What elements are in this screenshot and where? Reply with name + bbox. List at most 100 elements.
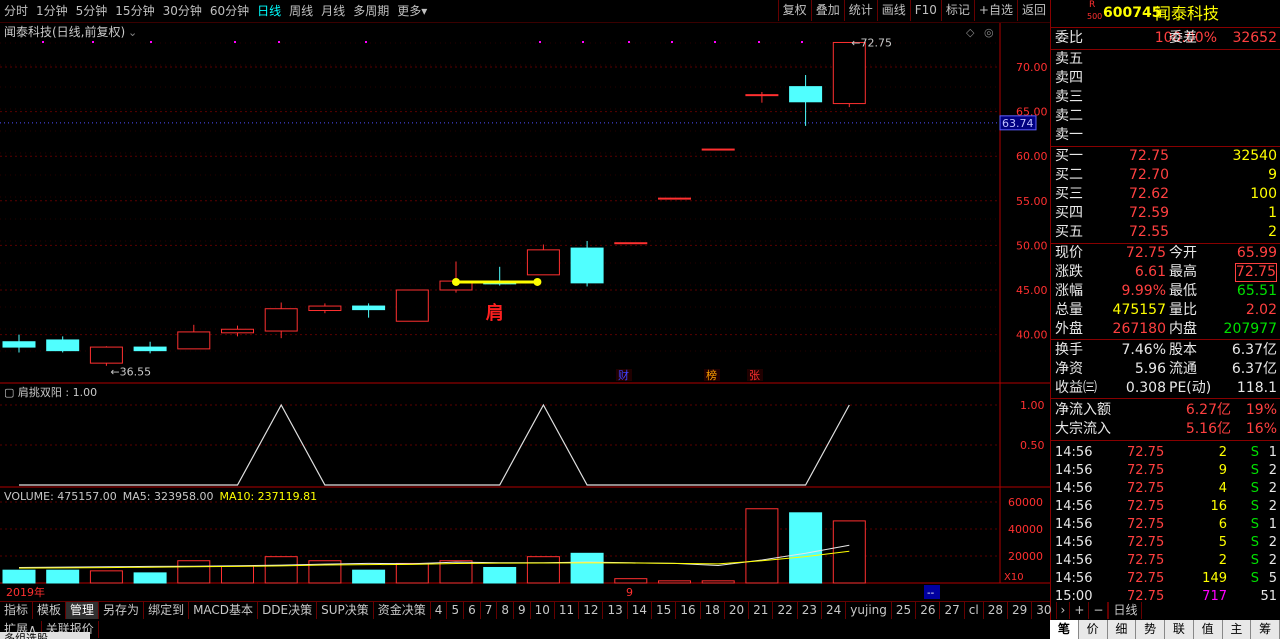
period-tab-6[interactable]: 日线 <box>253 0 285 23</box>
quote-tab-6[interactable]: 主 <box>1223 620 1252 639</box>
period-indicator[interactable]: 日线 <box>1108 602 1143 619</box>
volume-bar[interactable] <box>46 569 80 584</box>
bottom-window[interactable]: 多组选股 <box>0 632 90 639</box>
indicator-tab-30[interactable]: 26 <box>916 602 941 619</box>
indicator-tab-21[interactable]: 16 <box>676 602 701 619</box>
candle-body[interactable] <box>133 346 167 352</box>
candle-body[interactable] <box>308 305 342 312</box>
period-tab-3[interactable]: 15分钟 <box>111 0 158 23</box>
volume-bar[interactable] <box>221 565 254 584</box>
indicator-tab-34[interactable]: 29 <box>1008 602 1033 619</box>
indicator-tab-24[interactable]: 21 <box>749 602 774 619</box>
period-tab-7[interactable]: 周线 <box>285 0 317 23</box>
candle-body[interactable] <box>2 341 36 348</box>
period-tab-0[interactable]: 分时 <box>0 0 32 23</box>
indicator-tab-10[interactable]: 5 <box>447 602 465 619</box>
indicator-tab-35[interactable]: 30 <box>1032 602 1057 619</box>
settings-icon[interactable]: ◎ <box>984 26 994 39</box>
volume-bar[interactable] <box>89 570 123 584</box>
volume-bar[interactable] <box>701 580 735 584</box>
volume-bar[interactable] <box>2 569 36 584</box>
quote-tab-2[interactable]: 细 <box>1108 620 1137 639</box>
tool-button-4[interactable]: F10 <box>909 0 941 21</box>
event-label-0[interactable]: 财 <box>618 368 629 382</box>
indicator-tab-17[interactable]: 12 <box>579 602 604 619</box>
period-tab-8[interactable]: 月线 <box>317 0 349 23</box>
period-tab-1[interactable]: 1分钟 <box>32 0 72 23</box>
candle-body[interactable] <box>177 331 211 350</box>
event-label-1[interactable]: 榜 <box>706 368 717 382</box>
quote-tab-5[interactable]: 值 <box>1194 620 1223 639</box>
indicator-tab-31[interactable]: 27 <box>940 602 965 619</box>
period-tab-4[interactable]: 30分钟 <box>159 0 206 23</box>
kline-chart[interactable]: 70.0065.0060.0055.0050.0045.0040.00闻泰科技(… <box>0 23 1050 601</box>
remove-icon[interactable]: − <box>1089 602 1109 619</box>
indicator-tab-22[interactable]: 18 <box>701 602 725 619</box>
indicator-tab-15[interactable]: 10 <box>531 602 555 619</box>
indicator-tab-1[interactable]: 模板 <box>33 602 67 619</box>
event-label-2[interactable]: 张 <box>749 369 760 382</box>
indicator-tab-32[interactable]: cl <box>965 602 984 619</box>
candle-body[interactable] <box>658 197 691 200</box>
period-tab-9[interactable]: 多周期 <box>349 0 393 23</box>
period-tab-5[interactable]: 60分钟 <box>206 0 253 23</box>
candle-body[interactable] <box>221 328 254 334</box>
candle-body[interactable] <box>89 346 123 364</box>
quote-tab-0[interactable]: 笔 <box>1050 620 1079 639</box>
indicator-tab-2[interactable]: 管理 <box>66 602 100 619</box>
quote-tab-4[interactable]: 联 <box>1165 620 1194 639</box>
indicator-tab-18[interactable]: 13 <box>603 602 628 619</box>
indicator-tab-33[interactable]: 28 <box>984 602 1008 619</box>
indicator-tab-8[interactable]: 资金决策 <box>374 602 431 619</box>
candle-body[interactable] <box>46 339 80 352</box>
tool-button-2[interactable]: 统计 <box>843 0 877 21</box>
period-tab-10[interactable]: 更多▾ <box>393 0 431 23</box>
candle-body[interactable] <box>614 242 648 245</box>
volume-bar[interactable] <box>832 520 866 584</box>
candle-body[interactable] <box>745 94 779 97</box>
indicator-tab-26[interactable]: 23 <box>798 602 823 619</box>
quote-tab-1[interactable]: 价 <box>1079 620 1108 639</box>
candle-body[interactable] <box>526 249 560 276</box>
volume-bar[interactable] <box>395 562 429 584</box>
quote-tab-3[interactable]: 势 <box>1136 620 1165 639</box>
indicator-tab-9[interactable]: 4 <box>431 602 448 619</box>
candle-body[interactable] <box>570 247 604 284</box>
indicator-tab-7[interactable]: SUP决策 <box>317 602 374 619</box>
volume-bar[interactable] <box>658 580 691 584</box>
indicator-tab-12[interactable]: 7 <box>481 602 498 619</box>
volume-bar[interactable] <box>614 578 648 584</box>
tool-button-7[interactable]: 返回 <box>1016 0 1050 21</box>
indicator-tab-23[interactable]: 20 <box>725 602 750 619</box>
chevron-right-icon[interactable]: › <box>1057 602 1071 619</box>
volume-bar[interactable] <box>483 566 517 584</box>
indicator-tab-28[interactable]: yujing <box>846 602 892 619</box>
indicator-tab-13[interactable]: 8 <box>497 602 514 619</box>
candle-body[interactable] <box>395 289 429 322</box>
indicator-tab-5[interactable]: MACD基本 <box>189 602 259 619</box>
volume-bar[interactable] <box>177 560 211 584</box>
tool-button-1[interactable]: 叠加 <box>810 0 844 21</box>
indicator-tab-29[interactable]: 25 <box>892 602 917 619</box>
indicator-tab-19[interactable]: 14 <box>628 602 653 619</box>
candle-body[interactable] <box>352 305 386 311</box>
tool-button-3[interactable]: 画线 <box>876 0 910 21</box>
indicator-tab-3[interactable]: 另存为 <box>99 602 145 619</box>
volume-bar[interactable] <box>745 508 779 584</box>
add-icon[interactable]: + <box>1070 602 1090 619</box>
indicator-tab-6[interactable]: DDE决策 <box>258 602 318 619</box>
indicator-tab-14[interactable]: 9 <box>514 602 531 619</box>
period-tab-2[interactable]: 5分钟 <box>72 0 112 23</box>
volume-bar[interactable] <box>352 569 386 584</box>
tool-button-6[interactable]: +自选 <box>973 0 1017 21</box>
candle-body[interactable] <box>701 148 735 151</box>
tool-button-0[interactable]: 复权 <box>777 0 811 21</box>
indicator-tab-0[interactable]: 指标 <box>0 602 34 619</box>
candle-body[interactable] <box>789 86 823 103</box>
candle-body[interactable] <box>832 41 866 105</box>
chevron-down-icon[interactable]: ⌄ <box>128 26 137 39</box>
tool-button-5[interactable]: 标记 <box>940 0 974 21</box>
indicator-tab-27[interactable]: 24 <box>822 602 847 619</box>
indicator-tab-16[interactable]: 11 <box>555 602 580 619</box>
volume-bar[interactable] <box>133 572 167 584</box>
